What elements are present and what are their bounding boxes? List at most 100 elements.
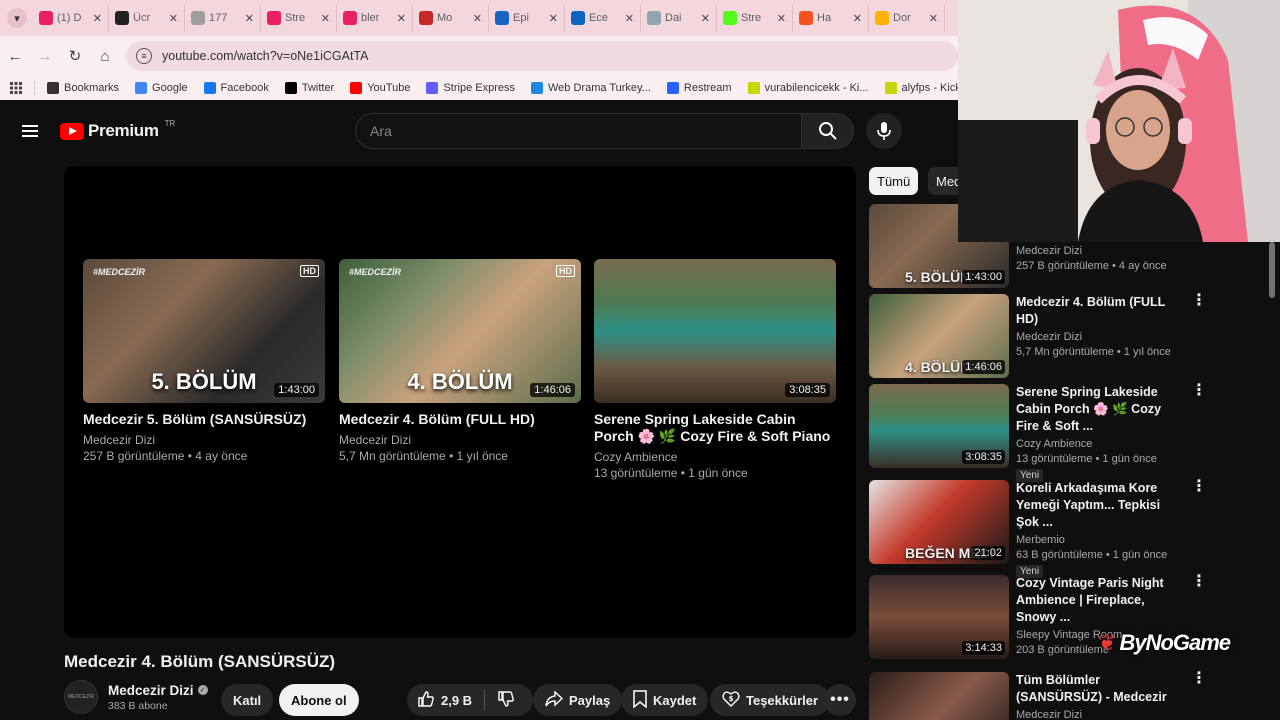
more-vertical-icon[interactable]: ⋮	[1191, 574, 1207, 590]
browser-tab[interactable]: Dor ✕	[869, 4, 945, 32]
recommended-video[interactable]: 4. BÖLÜM 1:46:06 Medcezir 4. Bölüm (FULL H…	[869, 293, 1207, 378]
recommended-title[interactable]: Serene Spring Lakeside Cabin Porch 🌸 🌿 C…	[1016, 384, 1186, 435]
channel-avatar[interactable]: MEDCEZİR	[64, 680, 98, 714]
close-tab-icon[interactable]: ✕	[929, 12, 938, 25]
thumbs-down-icon[interactable]	[497, 690, 515, 711]
recommended-thumbnail[interactable]: 3:14:33	[869, 575, 1009, 659]
bookmark-item[interactable]: Stripe Express	[418, 82, 523, 94]
close-tab-icon[interactable]: ✕	[93, 12, 102, 25]
save-button[interactable]: Kaydet	[621, 684, 709, 716]
recommended-channel[interactable]: Medcezir Dizi	[1016, 331, 1186, 343]
search-button[interactable]	[802, 113, 854, 149]
browser-tab[interactable]: Ücr ✕	[109, 4, 185, 32]
search-icon	[818, 122, 837, 140]
close-tab-icon[interactable]: ✕	[853, 12, 862, 25]
like-dislike-group: 2,9 B	[407, 684, 533, 716]
apps-grid-icon[interactable]	[0, 82, 30, 94]
endscreen-video-3[interactable]: 3:08:35 Serene Spring Lakeside Cabin Por…	[594, 259, 836, 481]
join-button[interactable]: Katıl	[221, 684, 274, 716]
bookmark-item[interactable]: YouTube	[342, 82, 418, 94]
browser-tab[interactable]: Mo ✕	[413, 4, 489, 32]
tab-favicon-icon	[115, 11, 129, 25]
browser-tab[interactable]: Dai ✕	[641, 4, 717, 32]
recommended-title[interactable]: Tüm Bölümler (SANSÜRSÜZ) - Medcezir	[1016, 672, 1186, 706]
bookmark-label: Facebook	[220, 82, 269, 94]
search-input[interactable]: Ara	[355, 113, 802, 149]
browser-tab[interactable]: Stre ✕	[717, 4, 793, 32]
back-arrow-icon[interactable]: ←	[0, 48, 30, 65]
forward-arrow-icon[interactable]: →	[30, 48, 60, 65]
endscreen-thumbnail[interactable]: #MEDCEZİR HD 4. BÖLÜM 1:46:06	[339, 259, 581, 403]
bookmark-item[interactable]: Google	[127, 82, 195, 94]
recommended-video[interactable]: 3:08:35 Serene Spring Lakeside Cabin Porc…	[869, 383, 1207, 482]
url-bar[interactable]: ≡ youtube.com/watch?v=oNe1iCGAtTA	[126, 41, 958, 71]
browser-tab[interactable]: Epi ✕	[489, 4, 565, 32]
close-tab-icon[interactable]: ✕	[777, 12, 786, 25]
close-tab-icon[interactable]: ✕	[473, 12, 482, 25]
browser-tab[interactable]: Stre ✕	[261, 4, 337, 32]
browser-tab[interactable]: 177 ✕	[185, 4, 261, 32]
recommended-channel[interactable]: Cozy Ambience	[1016, 438, 1186, 450]
recommended-meta: 63 B görüntüleme • 1 gün önce	[1016, 549, 1168, 561]
browser-tab[interactable]: (1) D ✕	[33, 4, 109, 32]
voice-search-button[interactable]	[866, 113, 902, 149]
youtube-premium-logo[interactable]: Premium TR	[60, 119, 175, 141]
menu-icon[interactable]	[22, 125, 38, 137]
tab-search-button[interactable]: ▾	[7, 8, 27, 28]
site-info-icon[interactable]: ≡	[136, 48, 152, 64]
close-tab-icon[interactable]: ✕	[701, 12, 710, 25]
recommended-channel[interactable]: Medcezir Dizi	[1016, 245, 1186, 257]
recommended-channel[interactable]: Merbemio	[1016, 534, 1186, 546]
endscreen-video-2[interactable]: #MEDCEZİR HD 4. BÖLÜM 1:46:06 Medcezir 4…	[339, 259, 581, 464]
chip-label: Tümü	[877, 173, 911, 189]
recommended-channel[interactable]: Medcezir Dizi	[1016, 709, 1186, 720]
more-vertical-icon[interactable]: ⋮	[1191, 479, 1207, 495]
endscreen-title[interactable]: Medcezir 4. Bölüm (FULL HD)	[339, 411, 581, 428]
bookmark-item[interactable]: Restream	[659, 82, 740, 94]
more-vertical-icon[interactable]: ⋮	[1191, 293, 1207, 309]
recommended-thumbnail[interactable]: 3:08:35	[869, 384, 1009, 468]
endscreen-thumbnail[interactable]: 3:08:35	[594, 259, 836, 403]
sidebar-scrollbar[interactable]	[1269, 242, 1275, 298]
browser-tab[interactable]: Ece ✕	[565, 4, 641, 32]
browser-tab[interactable]: Ha ✕	[793, 4, 869, 32]
channel-name[interactable]: Medcezir Dizi	[108, 683, 194, 698]
recommended-title[interactable]: Medcezir 4. Bölüm (FULL HD)	[1016, 294, 1186, 328]
home-icon[interactable]: ⌂	[90, 48, 120, 65]
endscreen-title[interactable]: Serene Spring Lakeside Cabin Porch 🌸 🌿 C…	[594, 411, 836, 445]
subscribe-button[interactable]: Abone ol	[279, 684, 359, 716]
like-count[interactable]: 2,9 B	[441, 693, 472, 708]
share-button[interactable]: Paylaş	[533, 684, 623, 716]
recommended-thumbnail[interactable]: 4. BÖLÜM 1:46:06	[869, 294, 1009, 378]
close-tab-icon[interactable]: ✕	[245, 12, 254, 25]
recommended-video[interactable]: Tüm Bölümler (SANSÜRSÜZ) - Medcezir Medce…	[869, 671, 1207, 720]
bookmark-item[interactable]: vurabilencicekk - Ki...	[740, 82, 877, 94]
close-tab-icon[interactable]: ✕	[397, 12, 406, 25]
thumbs-up-icon[interactable]	[417, 690, 435, 711]
endscreen-title[interactable]: Medcezir 5. Bölüm (SANSÜRSÜZ)	[83, 411, 325, 428]
bookmark-item[interactable]: Facebook	[196, 82, 277, 94]
more-actions-button[interactable]: •••	[824, 684, 856, 716]
recommended-video[interactable]: BEĞEN MEDİ 21:02 Koreli Arkadaşıma Kore Ye…	[869, 479, 1207, 578]
recommended-thumbnail[interactable]	[869, 672, 1009, 720]
close-tab-icon[interactable]: ✕	[321, 12, 330, 25]
thanks-button[interactable]: $ Teşekkürler	[710, 684, 831, 716]
recommended-title[interactable]: Koreli Arkadaşıma Kore Yemeği Yaptım... …	[1016, 480, 1186, 531]
bookmark-item[interactable]: Bookmarks	[39, 82, 127, 94]
video-player[interactable]: #MEDCEZİR HD 5. BÖLÜM 1:43:00 Medcezir 5…	[64, 166, 856, 638]
more-vertical-icon[interactable]: ⋮	[1191, 671, 1207, 687]
recommended-thumbnail[interactable]: BEĞEN MEDİ 21:02	[869, 480, 1009, 564]
bookmark-item[interactable]: Twitter	[277, 82, 342, 94]
endscreen-thumbnail[interactable]: #MEDCEZİR HD 5. BÖLÜM 1:43:00	[83, 259, 325, 403]
close-tab-icon[interactable]: ✕	[625, 12, 634, 25]
recommended-title[interactable]: Cozy Vintage Paris Night Ambience | Fire…	[1016, 575, 1186, 626]
close-tab-icon[interactable]: ✕	[169, 12, 178, 25]
reload-icon[interactable]: ↻	[60, 47, 90, 65]
chip-medcezir[interactable]: Med	[928, 167, 958, 195]
endscreen-video-1[interactable]: #MEDCEZİR HD 5. BÖLÜM 1:43:00 Medcezir 5…	[83, 259, 325, 464]
close-tab-icon[interactable]: ✕	[549, 12, 558, 25]
browser-tab[interactable]: bler ✕	[337, 4, 413, 32]
bookmark-item[interactable]: Web Drama Turkey...	[523, 82, 659, 94]
chip-all[interactable]: Tümü	[869, 167, 919, 195]
more-vertical-icon[interactable]: ⋮	[1191, 383, 1207, 399]
